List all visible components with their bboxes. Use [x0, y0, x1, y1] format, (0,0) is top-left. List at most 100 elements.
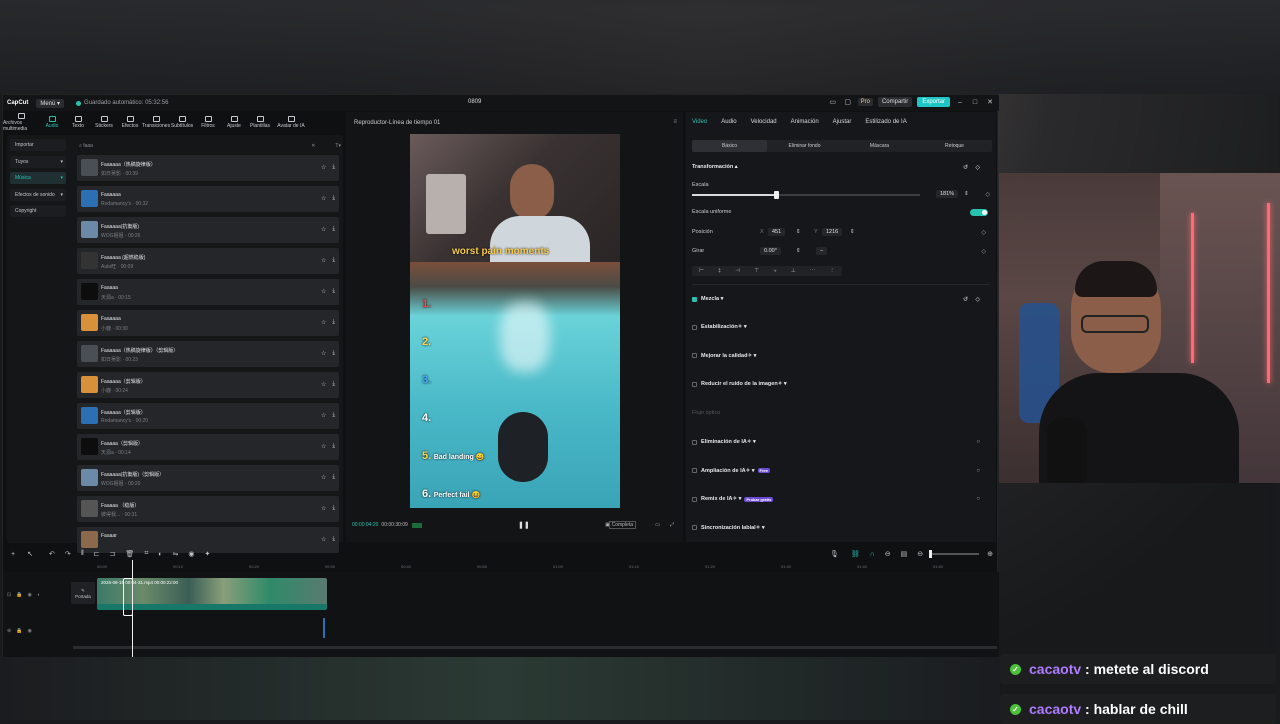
- caption-icon[interactable]: ▤: [901, 550, 908, 558]
- audio-track-item[interactable]: Faaaaa （稳版）彼得我... · 00:31☆⤓: [77, 496, 339, 522]
- audio-marker[interactable]: [323, 618, 325, 638]
- tool-tab-2[interactable]: Texto: [65, 111, 91, 133]
- magic-icon[interactable]: ✦: [204, 550, 210, 558]
- option-row[interactable]: Reducir el ruido de la imagen ✧ ▾: [692, 381, 990, 387]
- align-right-icon[interactable]: ⊣: [735, 268, 740, 274]
- menu-button[interactable]: Menú ▾: [36, 99, 64, 108]
- pro-button[interactable]: Pro: [858, 98, 873, 106]
- inspector-subtab[interactable]: Básico: [692, 140, 767, 152]
- add-icon[interactable]: +: [11, 551, 15, 558]
- align-h-icon[interactable]: ⋯: [810, 268, 816, 274]
- option-checkbox[interactable]: [692, 525, 697, 530]
- inspector-tab[interactable]: Velocidad: [751, 119, 777, 125]
- layout-icon[interactable]: ▭: [828, 98, 838, 106]
- favorite-icon[interactable]: ☆: [321, 536, 326, 543]
- keyframe-icon[interactable]: ◇: [981, 248, 986, 255]
- download-icon[interactable]: ⤓: [332, 443, 335, 450]
- category-item[interactable]: Importar: [10, 139, 66, 151]
- download-icon[interactable]: ⤓: [332, 226, 335, 233]
- select-cursor-icon[interactable]: ↖: [27, 550, 33, 558]
- audio-track-item[interactable]: Faaaaaa(抗衡版)（剪辑版）WOG姐姐 · 00:20☆⤓: [77, 465, 339, 491]
- rotate-input[interactable]: 0.00°: [760, 247, 781, 255]
- share-button[interactable]: Compartir: [878, 97, 912, 107]
- audio-track-item[interactable]: Faaaaa（剪辑版）天源a · 00:14☆⤓: [77, 434, 339, 460]
- audio-track-item[interactable]: Faaaaaa（热稿旋律版）如日吴影 · 00:39☆⤓: [77, 155, 339, 181]
- monitor-icon[interactable]: ▢: [843, 98, 853, 106]
- info-icon[interactable]: ○: [976, 439, 980, 445]
- stepper-icon[interactable]: ⇕: [850, 229, 855, 235]
- align-buttons[interactable]: ⊢‡⊣⊤⫟⊥⋯⋮: [692, 266, 842, 276]
- tool-tab-10[interactable]: Avatar de IA: [273, 111, 309, 133]
- category-item[interactable]: Copyright: [10, 205, 66, 217]
- audio-track-item[interactable]: Faaaaa天源a · 00:15☆⤓: [77, 279, 339, 305]
- link-icon[interactable]: ⛓: [851, 550, 860, 558]
- download-icon[interactable]: ⤓: [332, 381, 335, 388]
- minimize-icon[interactable]: –: [955, 99, 965, 106]
- lock-icon[interactable]: 🔒: [16, 592, 22, 598]
- add-track-icon[interactable]: ⊕: [7, 628, 11, 634]
- trim-right-icon[interactable]: ⊐: [110, 550, 116, 558]
- align-center-icon[interactable]: ‡: [718, 268, 721, 274]
- redo-icon[interactable]: ↷: [65, 550, 71, 558]
- align-v-icon[interactable]: ⋮: [829, 268, 835, 274]
- align-left-icon[interactable]: ⊢: [699, 268, 704, 274]
- align-top-icon[interactable]: ⊤: [754, 268, 759, 274]
- keyframe-icon[interactable]: ◇: [985, 191, 990, 198]
- blend-section[interactable]: Mezcla ▾↺◇: [692, 296, 990, 302]
- close-icon[interactable]: ✕: [985, 98, 995, 106]
- inspector-tab[interactable]: Animación: [791, 119, 819, 125]
- stepper-icon[interactable]: ⇕: [796, 229, 801, 235]
- pos-x-input[interactable]: 451: [768, 228, 785, 236]
- tool-tab-6[interactable]: Subtítulos: [169, 111, 195, 133]
- crop-icon[interactable]: ⌗: [144, 550, 148, 558]
- color-icon[interactable]: ◉: [188, 550, 194, 558]
- category-item[interactable]: Tuyos▾: [10, 156, 66, 168]
- pause-icon[interactable]: ❚❚: [518, 521, 530, 529]
- info-icon[interactable]: ○: [976, 496, 980, 502]
- zoom-out-icon[interactable]: ⊖: [917, 550, 923, 558]
- option-checkbox[interactable]: [692, 353, 697, 358]
- option-checkbox[interactable]: [692, 468, 697, 473]
- split-icon[interactable]: ⫴: [81, 550, 84, 558]
- favorite-icon[interactable]: ☆: [321, 164, 326, 171]
- microphone-icon[interactable]: 🎙: [830, 550, 839, 558]
- favorite-icon[interactable]: ☆: [321, 474, 326, 481]
- scale-slider-knob[interactable]: [774, 191, 779, 199]
- keyframe-icon[interactable]: ◇: [981, 229, 986, 236]
- magnet-icon[interactable]: ∩: [870, 551, 875, 558]
- track-lock-icon[interactable]: ⊡: [7, 592, 11, 598]
- favorite-icon[interactable]: ☆: [321, 195, 326, 202]
- mask-icon[interactable]: ◐: [158, 551, 162, 558]
- search-field[interactable]: ⌕ faaa ✕ T▾: [79, 142, 341, 150]
- stepper-icon[interactable]: ⇕: [796, 248, 801, 254]
- audio-track-item[interactable]: FaaaaaaRodamancy's · 00:32☆⤓: [77, 186, 339, 212]
- zoom-slider[interactable]: [929, 553, 979, 555]
- favorite-icon[interactable]: ☆: [321, 443, 326, 450]
- delete-icon[interactable]: 🗑: [125, 550, 134, 558]
- tool-tab-5[interactable]: Transiciones: [143, 111, 169, 133]
- download-icon[interactable]: ⤓: [332, 288, 335, 295]
- inspector-subtab[interactable]: Máscara: [842, 140, 917, 152]
- tool-tab-8[interactable]: Ajuste: [221, 111, 247, 133]
- pos-y-input[interactable]: 1216: [822, 228, 842, 236]
- download-icon[interactable]: ⤓: [332, 257, 335, 264]
- fullscreen-icon[interactable]: ⤢: [670, 522, 674, 528]
- option-checkbox[interactable]: [692, 440, 697, 445]
- category-item[interactable]: Música▾: [10, 172, 66, 184]
- favorite-icon[interactable]: ☆: [321, 381, 326, 388]
- lock-icon[interactable]: 🔒: [16, 628, 22, 634]
- cover-button[interactable]: ✎Portada: [71, 582, 95, 604]
- video-preview[interactable]: worst pain moments 1. 2. 3. 4. 5. Bad la…: [410, 134, 620, 508]
- option-row[interactable]: Ampliación de IA ✧ ▾Free○: [692, 468, 990, 474]
- eye-icon[interactable]: ◉: [27, 628, 31, 634]
- download-icon[interactable]: ⤓: [332, 505, 335, 512]
- audio-track-item[interactable]: Faaaaaa(抗衡版)WOG姐姐 · 00:26☆⤓: [77, 217, 339, 243]
- inspector-tab[interactable]: Ajustar: [833, 119, 852, 125]
- scale-slider[interactable]: [692, 194, 920, 196]
- favorite-icon[interactable]: ☆: [321, 257, 326, 264]
- option-row[interactable]: Estabilización ✧ ▾: [692, 324, 990, 330]
- download-icon[interactable]: ⤓: [332, 474, 335, 481]
- tool-tab-3[interactable]: Stickers: [91, 111, 117, 133]
- align-middle-icon[interactable]: ⫟: [773, 268, 776, 275]
- option-checkbox[interactable]: [692, 497, 697, 502]
